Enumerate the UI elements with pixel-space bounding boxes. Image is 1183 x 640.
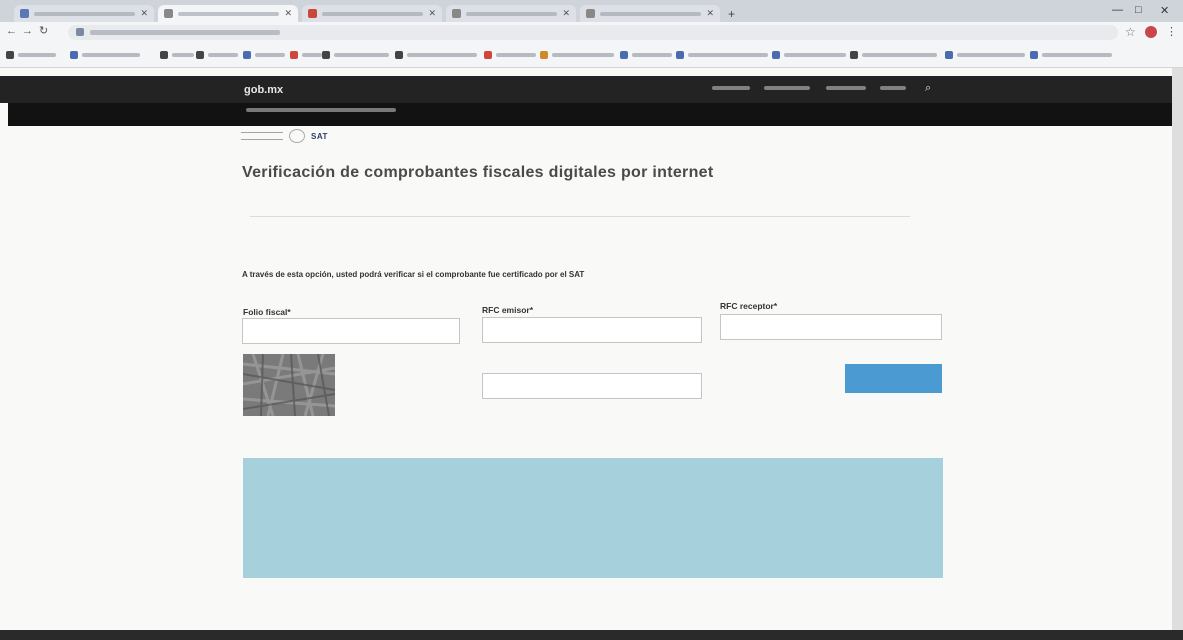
scrollbar[interactable] [1172,68,1183,630]
bookmark-item[interactable] [484,51,536,59]
bookmark-item[interactable] [290,51,322,59]
bookmark-item[interactable] [620,51,672,59]
tab-favicon-icon [164,9,173,18]
browser-tab[interactable]: ✕ [302,5,442,22]
new-tab-icon[interactable]: + [728,7,735,21]
tab-title [466,11,558,16]
browser-tab[interactable]: ✕ [580,5,720,22]
tab-favicon-icon [308,9,317,18]
close-icon[interactable]: ✕ [284,9,292,18]
back-icon[interactable]: ← [6,26,17,37]
address-bar[interactable] [68,25,1118,40]
bookmark-icon [540,51,548,59]
browser-tab-active[interactable]: ✕ [158,5,298,22]
bookmark-item[interactable] [540,51,614,59]
tab-title [600,11,702,16]
tab-title [34,11,136,16]
taskbar-edge [0,630,1183,640]
bookmark-icon [395,51,403,59]
bookmark-item[interactable] [70,51,140,59]
site-header: gob.mx ⌕ [0,76,1172,103]
tab-favicon-icon [586,9,595,18]
apps-icon [6,51,14,59]
bookmark-icon [772,51,780,59]
page-content: gob.mx ⌕ SAT Verificación de comprobante… [0,68,1183,630]
bookmark-icon [945,51,953,59]
nav-link[interactable] [880,86,906,90]
info-notice [243,458,943,578]
bookmark-icon [484,51,492,59]
bookmark-item[interactable] [850,51,937,59]
close-icon[interactable]: ✕ [140,9,148,18]
browser-toolbar: ← → ↻ ☆ ⋮ [0,22,1183,43]
bookmark-item[interactable] [676,51,768,59]
bookmark-icon [290,51,298,59]
institution-logos: SAT [241,128,328,144]
bookmark-item[interactable] [322,51,389,59]
rfc-receptor-input[interactable] [720,314,942,340]
folio-label: Folio fiscal* [243,307,291,317]
nav-link[interactable] [764,86,810,90]
section-title [246,108,396,112]
bookmark-item[interactable] [772,51,846,59]
page-title: Verificación de comprobantes fiscales di… [242,164,714,181]
bookmark-item[interactable] [945,51,1025,59]
site-logo[interactable]: gob.mx [244,84,283,96]
close-icon[interactable]: ✕ [428,9,436,18]
minimize-icon[interactable]: — [1112,4,1123,16]
close-icon[interactable]: ✕ [562,9,570,18]
tab-favicon-icon [452,9,461,18]
bookmark-icon [620,51,628,59]
verify-button[interactable] [845,364,942,393]
search-icon[interactable]: ⌕ [925,82,931,95]
avatar[interactable] [1145,26,1157,38]
browser-tab[interactable]: ✕ [14,5,154,22]
bookmarks-bar [0,43,1183,68]
menu-kebab-icon[interactable]: ⋮ [1166,25,1177,38]
hacienda-logo [241,132,283,140]
bookmark-icon [1030,51,1038,59]
bookmark-item[interactable] [1030,51,1112,59]
tab-favicon-icon [20,9,29,18]
tab-strip: ✕ ✕ ✕ ✕ ✕ + — □ ✕ [0,0,1183,22]
rfc-receptor-label: RFC receptor* [720,301,778,311]
bookmark-star-icon[interactable]: ☆ [1125,25,1136,39]
lock-icon [76,28,84,36]
close-icon[interactable]: ✕ [706,9,714,18]
maximize-icon[interactable]: □ [1135,4,1142,16]
bookmark-icon [160,51,168,59]
bookmark-icon [196,51,204,59]
rfc-emisor-input[interactable] [482,317,702,343]
folio-fiscal-input[interactable] [242,318,460,344]
nav-link[interactable] [826,86,866,90]
captcha-image [243,354,335,416]
sat-logo: SAT [311,131,328,141]
browser-window: ✕ ✕ ✕ ✕ ✕ + — □ ✕ ← → ↻ ☆ ⋮ gob.mx ⌕ SAT… [0,0,1183,640]
rfc-emisor-label: RFC emisor* [482,305,534,315]
captcha-input[interactable] [482,373,702,399]
divider [250,216,910,217]
tab-title [178,11,280,16]
bookmark-icon [322,51,330,59]
forward-icon[interactable]: → [22,26,33,37]
window-close-icon[interactable]: ✕ [1160,4,1169,17]
bookmark-item[interactable] [160,51,194,59]
intro-text: A través de esta opción, usted podrá ver… [242,270,585,279]
bookmark-item[interactable] [395,51,477,59]
bookmark-icon [70,51,78,59]
nav-link[interactable] [712,86,750,90]
bookmark-icon [243,51,251,59]
reload-icon[interactable]: ↻ [39,26,48,37]
bookmark-item[interactable] [243,51,285,59]
address-url [90,30,280,35]
bookmark-item[interactable] [6,51,56,59]
seal-icon [289,129,305,143]
bookmark-icon [676,51,684,59]
browser-tab[interactable]: ✕ [446,5,576,22]
section-header [8,103,1172,126]
bookmark-icon [850,51,858,59]
bookmark-item[interactable] [196,51,238,59]
tab-title [322,11,424,16]
